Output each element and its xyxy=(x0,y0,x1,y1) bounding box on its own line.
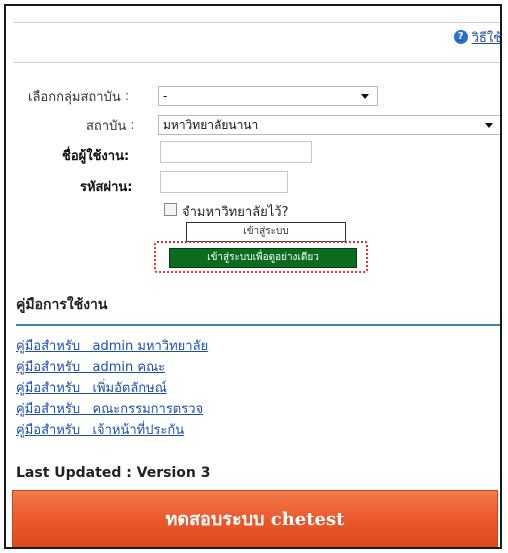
password-input[interactable] xyxy=(160,171,288,193)
group-select-value: - xyxy=(163,89,168,103)
divider xyxy=(16,324,500,326)
colon: : xyxy=(124,89,130,104)
institution-row: สถาบัน : xyxy=(86,115,139,136)
manual-title: คู่มือการใช้งาน xyxy=(16,297,108,313)
chevron-down-icon xyxy=(485,123,493,128)
password-row: รหัสผ่าน: xyxy=(80,176,133,197)
username-input[interactable] xyxy=(160,141,312,163)
institution-select-value: มหาวิทยาลัยนานา xyxy=(163,117,259,132)
manual-link-admin-faculty[interactable]: คู่มือสำหรับ admin คณะ xyxy=(16,357,208,378)
last-updated: Last Updated : Version 3 xyxy=(16,465,211,481)
manual-link-admin-university[interactable]: คู่มือสำหรับ admin มหาวิทยาลัย xyxy=(16,336,208,357)
help-link[interactable]: ? วิธีใช้ xyxy=(453,28,502,46)
username-row: ชื่อผู้ใช้งาน: xyxy=(62,145,129,166)
colon: : xyxy=(130,118,135,133)
manual-link-add-identity[interactable]: คู่มือสำหรับ เพิ่มอัตลักษณ์ xyxy=(16,378,208,399)
username-label: ชื่อผู้ใช้งาน: xyxy=(62,149,130,164)
remember-checkbox[interactable] xyxy=(164,203,177,216)
divider xyxy=(14,62,500,63)
test-system-banner[interactable]: ทดสอบระบบ chetest xyxy=(12,490,498,547)
manual-link-qa-officer[interactable]: คู่มือสำหรับ เจ้าหน้าที่ประกัน xyxy=(16,420,208,441)
manual-links: คู่มือสำหรับ admin มหาวิทยาลัย คู่มือสำห… xyxy=(16,336,208,441)
institution-select[interactable]: มหาวิทยาลัยนานา xyxy=(158,115,500,135)
divider xyxy=(14,22,500,23)
group-label: เลือกกลุ่มสถาบัน xyxy=(28,90,121,105)
manual-link-committee[interactable]: คู่มือสำหรับ คณะกรรมการตรวจ xyxy=(16,399,208,420)
help-icon: ? xyxy=(453,30,468,44)
remember-label: จำมหาวิทยาลัยไว้? xyxy=(182,205,289,220)
login-button[interactable]: เข้าสู่ระบบ xyxy=(186,222,346,242)
group-row: เลือกกลุ่มสถาบัน : xyxy=(28,86,133,107)
group-select[interactable]: - xyxy=(158,86,378,106)
view-only-login-button[interactable]: เข้าสู่ระบบเพื่อดูอย่างเดียว xyxy=(169,248,357,268)
institution-label: สถาบัน xyxy=(86,119,127,134)
login-panel: ? วิธีใช้ เลือกกลุ่มสถาบัน : - สถาบัน : … xyxy=(4,4,502,549)
password-label: รหัสผ่าน: xyxy=(80,180,133,195)
help-label: วิธีใช้ xyxy=(471,30,502,46)
chevron-down-icon xyxy=(361,94,369,99)
